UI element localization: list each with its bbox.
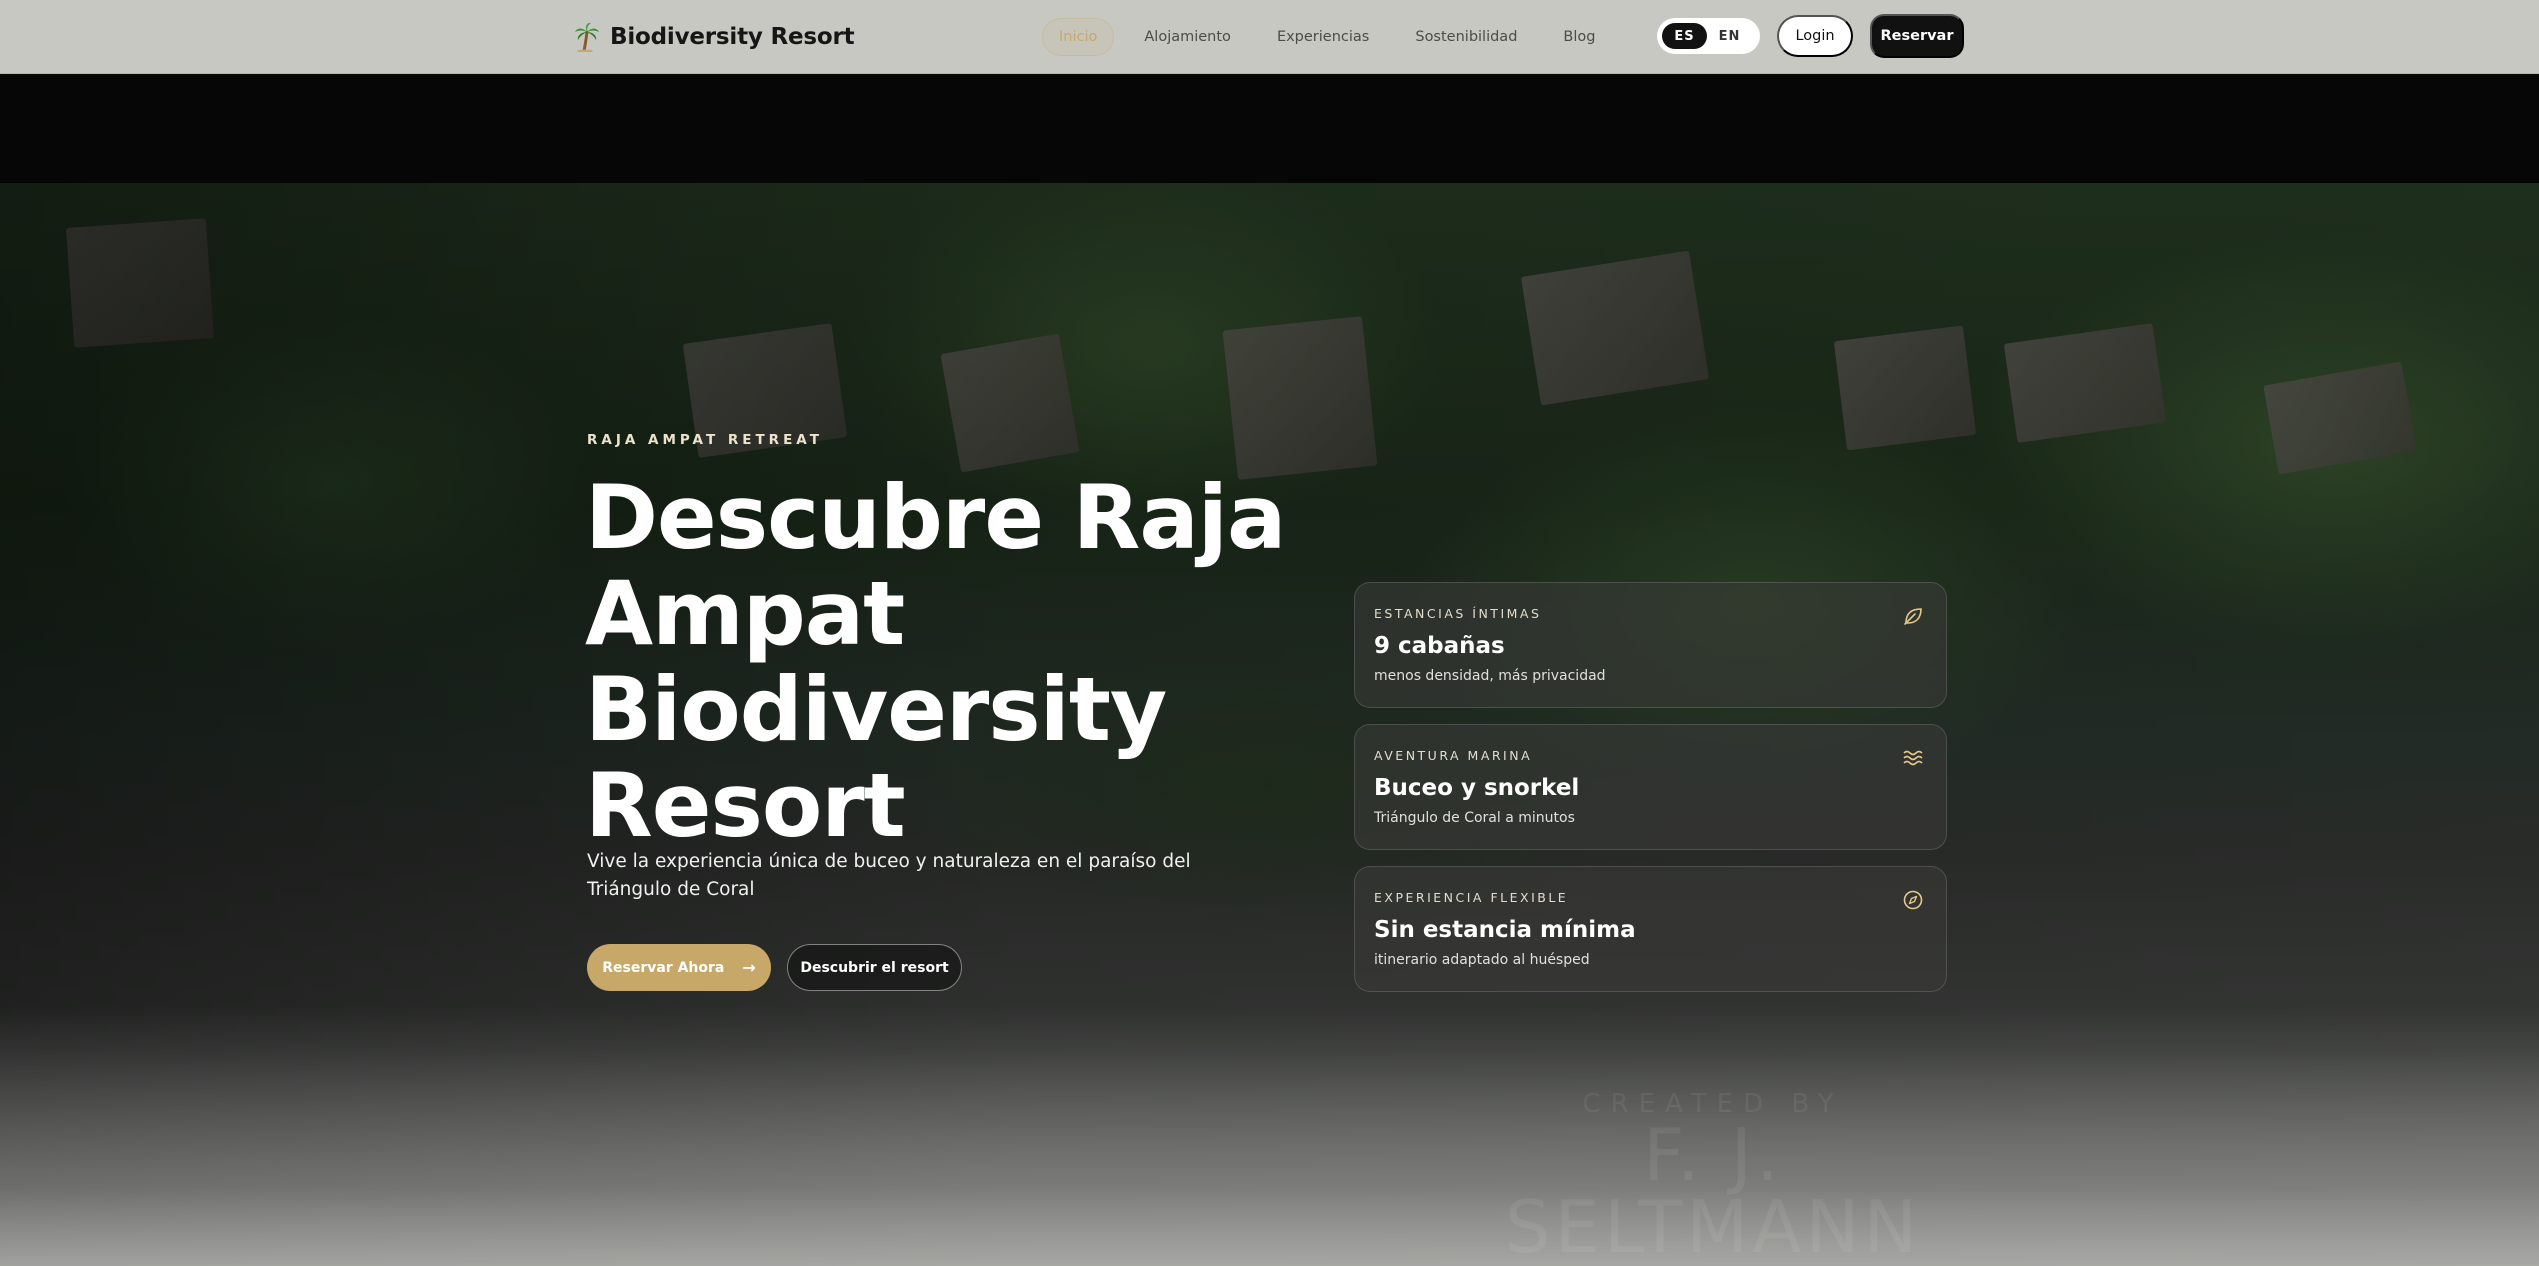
card-title: Buceo y snorkel [1374,775,1580,801]
reserve-now-button[interactable]: Reservar Ahora → [587,944,771,991]
discover-resort-button[interactable]: Descubrir el resort [787,944,962,991]
hero-bottom-haze [0,1006,2539,1266]
compass-icon [1903,890,1923,910]
feature-card-cabins: ESTANCIAS ÍNTIMAS 9 cabañas menos densid… [1354,582,1947,708]
nav-link-sostenibilidad[interactable]: Sostenibilidad [1399,18,1533,56]
language-switcher: ES EN [1657,18,1760,54]
card-title: 9 cabañas [1374,633,1505,659]
nav-link-blog[interactable]: Blog [1547,18,1611,56]
leaf-icon [1904,608,1922,625]
main-nav: Inicio Alojamiento Experiencias Sostenib… [1042,18,1625,56]
headline-line: Resort [585,754,906,857]
headline-line: Biodiversity [585,658,1167,761]
card-label: ESTANCIAS ÍNTIMAS [1374,606,1542,621]
video-letterbox-band [0,75,2539,183]
nav-link-alojamiento[interactable]: Alojamiento [1128,18,1247,56]
card-description: Triángulo de Coral a minutos [1374,810,1575,826]
card-title: Sin estancia mínima [1374,917,1636,943]
nav-link-experiencias[interactable]: Experiencias [1261,18,1385,56]
lang-option-en[interactable]: EN [1707,23,1752,49]
login-button[interactable]: Login [1777,15,1853,57]
brand-logo-link[interactable]: Biodiversity Resort [574,20,855,54]
card-description: menos densidad, más privacidad [1374,668,1606,684]
hero-eyebrow: RAJA AMPAT RETREAT [587,432,823,448]
arrow-right-icon: → [742,958,756,977]
card-label: EXPERIENCIA FLEXIBLE [1374,890,1569,905]
video-watermark: CREATED BY F. J. SELTMANN [1443,1089,1983,1263]
top-navbar: Biodiversity Resort Inicio Alojamiento E… [0,0,2539,74]
watermark-large-text: F. J. SELTMANN [1504,1113,1922,1266]
reserve-button[interactable]: Reservar [1870,14,1964,58]
waves-icon [1903,750,1923,766]
feature-card-flexible: EXPERIENCIA FLEXIBLE Sin estancia mínima… [1354,866,1947,992]
hero-headline: Descubre Raja Ampat Biodiversity Resort [585,470,1305,854]
headline-line: Ampat [585,562,905,665]
card-label: AVENTURA MARINA [1374,748,1533,763]
card-description: itinerario adaptado al huésped [1374,952,1590,968]
headline-line: Descubre Raja [585,466,1286,569]
lang-option-es[interactable]: ES [1662,23,1707,49]
reserve-now-label: Reservar Ahora [602,959,725,976]
nav-link-inicio[interactable]: Inicio [1042,18,1115,56]
palm-tree-icon [575,22,599,52]
brand-name: Biodiversity Resort [610,24,855,50]
hero-subtitle: Vive la experiencia única de buceo y nat… [587,851,1191,900]
feature-card-diving: AVENTURA MARINA Buceo y snorkel Triángul… [1354,724,1947,850]
